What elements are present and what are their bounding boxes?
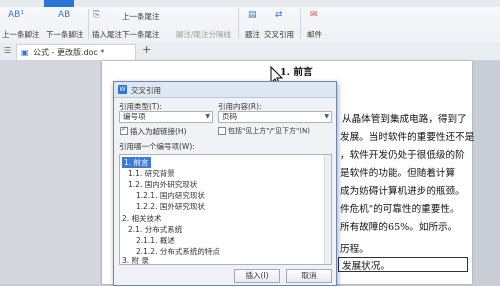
- cross-reference-dialog: W 交叉引用 引用类型(T): 编号项 ▼ 引用内容(R): 页码 ▼ 插入为超…: [113, 81, 337, 286]
- list-item[interactable]: 1.1. 研究背景: [128, 168, 175, 179]
- new-tab-button[interactable]: +: [142, 43, 151, 56]
- insert-button[interactable]: 插入(I): [234, 269, 280, 283]
- divider: [300, 9, 301, 39]
- divider: [88, 9, 89, 39]
- dialog-title: 交叉引用: [131, 86, 161, 95]
- separator-line-button[interactable]: 脚注/尾注分隔线: [176, 29, 231, 40]
- cancel-button[interactable]: 取消: [286, 269, 332, 283]
- ribbon: AB¹ 上一条脚注 AB 下一条脚注 ⎘ 插入尾注 上一条尾注 下一条尾注 脚注…: [0, 0, 500, 44]
- list-item[interactable]: 2.1. 分布式系统: [128, 224, 182, 235]
- page-line: 成为妨碍计算机进步的瓶颈。: [340, 186, 465, 197]
- divider: [238, 9, 239, 39]
- ribbon-tab-strip: [0, 0, 500, 7]
- document-icon: ▣: [21, 48, 29, 57]
- list-scrollbar[interactable]: [324, 155, 331, 264]
- page-line: 从晶体管到集成电路，得到了: [342, 114, 467, 125]
- caption-button[interactable]: 题注: [245, 29, 260, 40]
- tab-list-icon[interactable]: ☰: [4, 46, 11, 55]
- list-item[interactable]: 1.2.2. 国外研究现状: [136, 201, 205, 212]
- ref-content-value: 页码: [222, 112, 237, 121]
- tab-references[interactable]: [44, 0, 74, 7]
- numbered-item-list[interactable]: 1. 前言 1.1. 研究背景 1.2. 国内外研究现状 1.2.1. 国内研究…: [119, 154, 332, 265]
- caption-icon[interactable]: ▤: [248, 10, 257, 20]
- next-footnote-button[interactable]: 下一条脚注: [46, 29, 84, 40]
- page-line: 所有故障的65%。如所示。: [340, 222, 458, 233]
- list-item[interactable]: 1.2.1. 国内研究现状: [136, 190, 205, 201]
- left-margin-area: [0, 61, 100, 284]
- list-item[interactable]: 3. 附 录: [122, 255, 149, 264]
- dialog-title-bar[interactable]: W 交叉引用: [114, 82, 336, 98]
- chevron-down-icon: ▼: [205, 113, 210, 120]
- list-item[interactable]: 2. 相关技术: [122, 213, 162, 224]
- next-endnote-button[interactable]: 下一条尾注: [122, 29, 160, 40]
- insert-endnote-button[interactable]: 插入尾注: [92, 29, 122, 40]
- endnote-icon: ⎘: [93, 10, 101, 20]
- cross-reference-button[interactable]: 交叉引用: [264, 29, 294, 40]
- page-heading: 1. 前言: [280, 67, 313, 78]
- document-tab[interactable]: ▣ 公式 - 更改版.doc *: [16, 44, 136, 60]
- page-line: 发展。当时软件的重要性还不是: [340, 132, 475, 143]
- document-tab-bar: ☰ ▣ 公式 - 更改版.doc * +: [0, 43, 500, 61]
- ref-content-select[interactable]: 页码 ▼: [218, 111, 332, 123]
- ref-type-select[interactable]: 编号项 ▼: [119, 111, 213, 123]
- which-item-label: 引用哪一个编号项(W):: [119, 142, 195, 151]
- page-line: 历程。: [340, 244, 369, 255]
- cross-reference-icon[interactable]: ⇄: [275, 10, 283, 20]
- insert-hyperlink-label: 插入为超链接(H): [130, 127, 187, 136]
- wps-logo-icon: W: [118, 85, 127, 94]
- document-tab-title: 公式 - 更改版.doc *: [33, 48, 105, 57]
- page-line: 件危机"的可靠性的重要性。: [340, 204, 460, 215]
- prev-footnote-button[interactable]: 上一条脚注: [2, 29, 40, 40]
- include-above-below-label: 包括"见上方"/"见下方"(N): [228, 127, 310, 135]
- prev-endnote-button[interactable]: 上一条尾注: [122, 11, 160, 22]
- page-line: 发展状况。: [342, 261, 390, 272]
- list-item[interactable]: 2.1.1. 概述: [136, 235, 175, 246]
- list-item[interactable]: 1.2. 国内外研究现状: [128, 179, 197, 190]
- mail-button[interactable]: 邮件: [307, 29, 322, 40]
- insert-hyperlink-checkbox[interactable]: [120, 125, 128, 135]
- ref-type-value: 编号项: [123, 112, 146, 121]
- mail-icon[interactable]: ✉: [310, 10, 318, 20]
- include-above-below-checkbox[interactable]: [218, 127, 226, 135]
- list-item[interactable]: 1. 前言: [122, 157, 151, 168]
- page-line: 是软件的功能。但随着计算: [340, 168, 456, 179]
- insert-footnote-icon[interactable]: AB¹: [8, 10, 24, 20]
- page-line: ，软件开发仍处于很低级的阶: [340, 150, 465, 161]
- table-cell: 发展状况。: [338, 257, 468, 272]
- chevron-down-icon: ▼: [324, 113, 329, 120]
- insert-endnote-icon[interactable]: AB: [58, 10, 70, 20]
